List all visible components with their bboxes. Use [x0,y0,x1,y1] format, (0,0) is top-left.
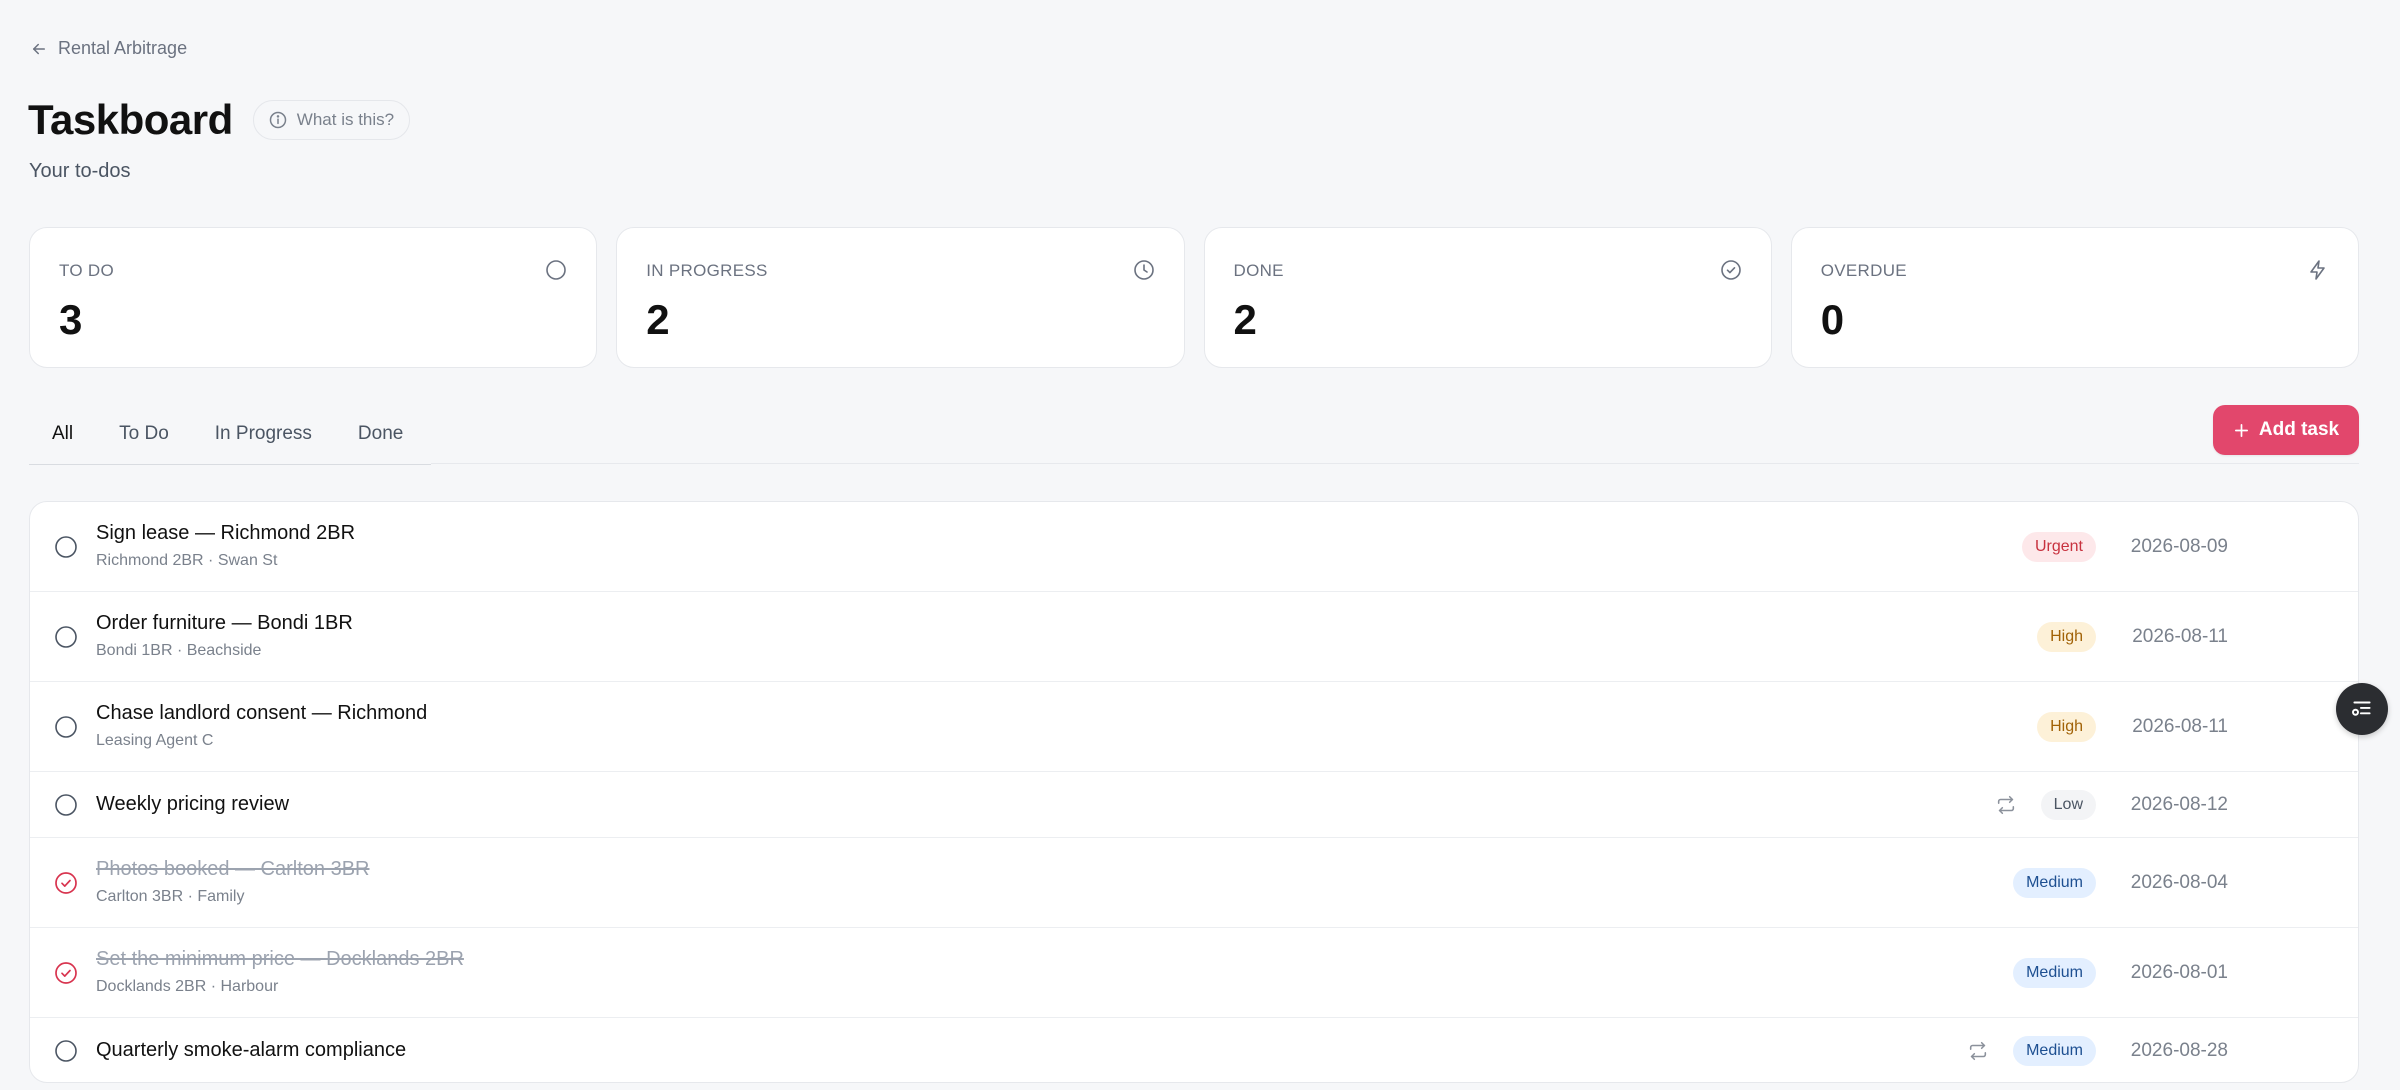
task-title: Quarterly smoke-alarm compliance [96,1039,407,1061]
priority-badge: Urgent [2021,531,2096,562]
empty-checkbox-icon[interactable] [54,535,78,559]
taskboard-page: Rental Arbitrage Taskboard What is this?… [0,0,2400,1090]
task-due-date: 2026-08-04 [2130,871,2228,893]
task-title: Set the minimum price — Docklands 2BR [96,948,464,970]
task-meta: Medium 2026-08-28 [1967,1018,2228,1082]
priority-badge: Medium [2013,957,2096,988]
task-list: Sign lease — Richmond 2BR Richmond 2BR ·… [29,501,2359,1083]
page-subtitle: Your to-dos [29,160,131,182]
task-meta: Medium 2026-08-04 [2013,838,2228,927]
stat-card-overdue: OVERDUE 0 [1790,227,2359,368]
repeat-icon [1969,1041,1987,1061]
task-meta: High 2026-08-11 [2037,682,2228,771]
task-row[interactable]: Sign lease — Richmond 2BR Richmond 2BR ·… [30,502,2358,592]
info-label: What is this? [296,110,395,129]
arrow-left-icon [33,43,45,54]
task-subtitle: Bondi 1BR · Beachside [96,642,262,659]
back-link-label: Rental Arbitrage [58,38,188,58]
stat-value: 3 [59,296,83,343]
stat-value: 0 [1820,296,1845,343]
task-row[interactable]: Photos booked — Carlton 3BR Carlton 3BR … [30,838,2358,928]
page-title: Taskboard [28,96,233,143]
checklist-fab-button[interactable] [2336,683,2388,735]
empty-checkbox-icon[interactable] [54,625,78,649]
task-title: Order furniture — Bondi 1BR [96,612,353,634]
circle-icon [546,260,567,280]
info-icon [269,111,287,129]
checked-circle-icon[interactable] [54,961,78,985]
stat-card-todo: TO DO 3 [29,227,598,368]
priority-badge: High [2037,621,2096,652]
task-due-date: 2026-08-12 [2130,793,2228,815]
empty-checkbox-icon[interactable] [54,793,78,817]
task-subtitle: Richmond 2BR · Swan St [96,552,278,569]
tab-done[interactable]: Done [335,423,426,445]
task-row[interactable]: Set the minimum price — Docklands 2BR Do… [30,928,2358,1018]
task-title: Chase landlord consent — Richmond [96,702,428,724]
title-row: Taskboard What is this? [28,96,411,144]
add-task-label: Add task [2258,419,2340,440]
task-row[interactable]: Chase landlord consent — Richmond Leasin… [30,682,2358,772]
empty-checkbox-icon[interactable] [54,715,78,739]
stat-label: TO DO [59,261,115,280]
priority-badge: Medium [2013,1036,2096,1066]
back-link[interactable]: Rental Arbitrage [30,38,187,59]
task-meta: Urgent 2026-08-09 [2021,502,2228,591]
task-subtitle: Carlton 3BR · Family [96,888,245,905]
task-subtitle: Docklands 2BR · Harbour [96,978,279,995]
priority-badge: Medium [2013,867,2096,898]
filter-tabs: All To Do In Progress Done [29,404,431,465]
task-due-date: 2026-08-11 [2132,715,2228,737]
stat-card-in-progress: IN PROGRESS 2 [616,227,1185,368]
empty-checkbox-icon[interactable] [54,1039,78,1063]
stats-row: TO DO 3 IN PROGRESS 2 DONE 2 OVERDUE 0 [29,227,2359,368]
task-subtitle: Leasing Agent C [96,732,214,749]
task-title: Weekly pricing review [96,793,290,815]
tab-in-progress[interactable]: In Progress [192,423,335,445]
stat-value: 2 [1233,296,1257,343]
task-title: Photos booked — Carlton 3BR [96,858,370,880]
task-row[interactable]: Order furniture — Bondi 1BR Bondi 1BR · … [30,592,2358,682]
clock-icon [1133,260,1154,280]
what-is-this-button[interactable]: What is this? [252,100,411,140]
tab-all[interactable]: All [29,423,96,445]
check-circle-icon [1720,260,1741,280]
task-meta: High 2026-08-11 [2037,592,2228,681]
stat-value: 2 [646,296,670,343]
task-due-date: 2026-08-09 [2130,535,2228,557]
task-meta: Low 2026-08-12 [1995,772,2228,837]
task-due-date: 2026-08-28 [2130,1040,2228,1061]
stat-card-done: DONE 2 [1203,227,1772,368]
tab-to-do[interactable]: To Do [96,423,192,445]
task-row[interactable]: Weekly pricing review Low 2026-08-12 [30,772,2358,838]
repeat-icon [1997,795,2014,814]
checked-circle-icon[interactable] [54,871,78,895]
stat-label: IN PROGRESS [646,261,768,280]
add-task-button[interactable]: Add task [2213,405,2359,455]
priority-badge: Low [2040,789,2096,820]
stat-label: DONE [1233,261,1284,280]
stat-label: OVERDUE [1820,261,1907,280]
task-meta: Medium 2026-08-01 [2013,928,2228,1017]
checklist-icon [2352,701,2371,716]
lightning-icon [2310,260,2325,280]
task-due-date: 2026-08-01 [2130,961,2228,983]
plus-icon [2234,423,2248,437]
task-due-date: 2026-08-11 [2132,625,2228,647]
task-row[interactable]: Quarterly smoke-alarm compliance Medium … [30,1018,2358,1082]
priority-badge: High [2037,711,2096,742]
task-title: Sign lease — Richmond 2BR [96,522,356,544]
tabs-divider [431,463,2359,464]
